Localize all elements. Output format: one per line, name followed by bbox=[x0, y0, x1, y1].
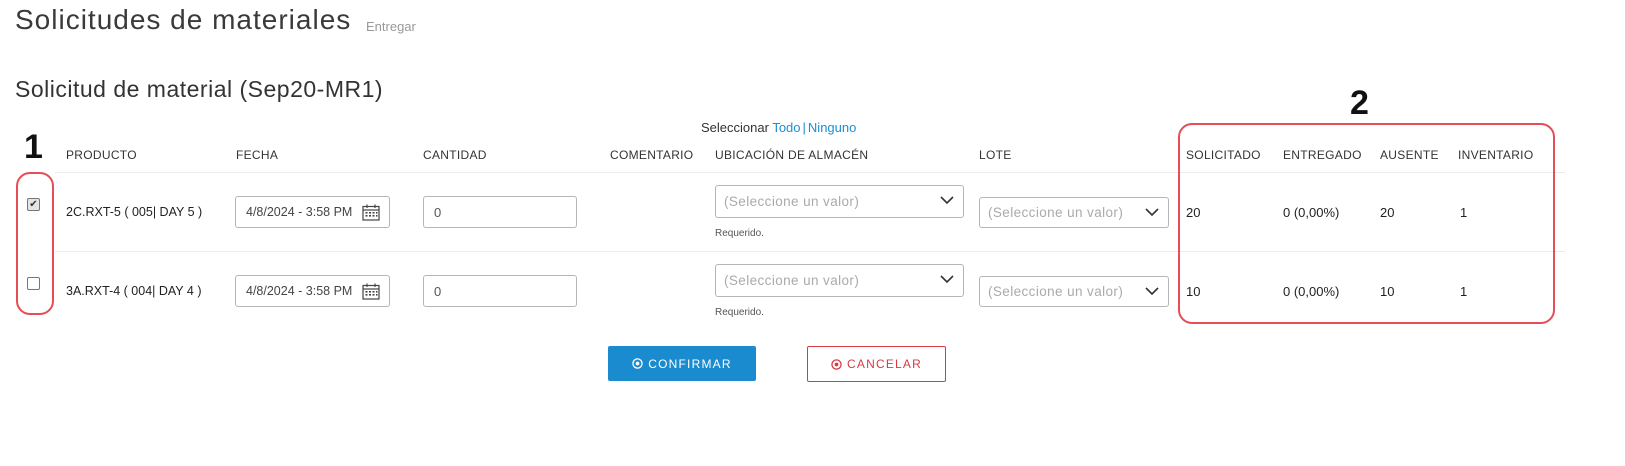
page-title: Solicitudes de materiales bbox=[15, 4, 352, 35]
cancel-label: CANCELAR bbox=[847, 357, 922, 371]
confirm-label: CONFIRMAR bbox=[648, 356, 732, 371]
cell-producto: 2C.RXT-5 ( 005| DAY 5 ) bbox=[66, 205, 203, 219]
chevron-down-icon bbox=[940, 196, 954, 205]
ubicacion-placeholder: (Seleccione un valor) bbox=[724, 273, 860, 288]
lote-placeholder: (Seleccione un valor) bbox=[988, 284, 1124, 299]
col-header-lote: LOTE bbox=[979, 148, 1012, 162]
fecha-value: 4/8/2024 - 3:58 PM bbox=[246, 284, 353, 298]
col-header-producto: PRODUCTO bbox=[66, 148, 137, 162]
lote-placeholder: (Seleccione un valor) bbox=[988, 205, 1124, 220]
cancel-button[interactable]: CANCELAR bbox=[807, 346, 946, 382]
chevron-down-icon bbox=[1145, 287, 1159, 296]
page-subtitle: Entregar bbox=[366, 19, 416, 34]
col-header-ubicacion: UBICACIÓN DE ALMACÉN bbox=[715, 148, 869, 162]
ubicacion-placeholder: (Seleccione un valor) bbox=[724, 194, 860, 209]
required-hint: Requerido. bbox=[715, 307, 764, 318]
select-controls: Seleccionar Todo | Ninguno bbox=[701, 120, 856, 135]
ubicacion-select[interactable]: (Seleccione un valor) bbox=[715, 185, 964, 218]
cantidad-input[interactable]: 0 bbox=[423, 196, 577, 228]
check-circle-icon bbox=[632, 358, 643, 369]
required-hint: Requerido. bbox=[715, 228, 764, 239]
select-label: Seleccionar bbox=[701, 120, 769, 135]
col-header-fecha: FECHA bbox=[236, 148, 279, 162]
select-none-link[interactable]: Ninguno bbox=[808, 120, 856, 135]
col-header-comentario: COMENTARIO bbox=[610, 148, 694, 162]
annotation-marker-1: 1 bbox=[24, 128, 43, 166]
lote-select[interactable]: (Seleccione un valor) bbox=[979, 276, 1169, 307]
cell-producto: 3A.RXT-4 ( 004| DAY 4 ) bbox=[66, 284, 202, 298]
section-title: Solicitud de material (Sep20-MR1) bbox=[15, 76, 384, 102]
calendar-icon[interactable] bbox=[362, 283, 380, 300]
fecha-value: 4/8/2024 - 3:58 PM bbox=[246, 205, 353, 219]
annotation-box-checkboxes bbox=[16, 172, 54, 315]
chevron-down-icon bbox=[1145, 208, 1159, 217]
col-header-cantidad: CANTIDAD bbox=[423, 148, 487, 162]
select-all-link[interactable]: Todo bbox=[772, 120, 800, 135]
x-circle-icon bbox=[831, 358, 842, 370]
chevron-down-icon bbox=[940, 275, 954, 284]
confirm-button[interactable]: CONFIRMAR bbox=[608, 346, 756, 381]
annotation-box-quantities bbox=[1178, 123, 1555, 324]
cantidad-input[interactable]: 0 bbox=[423, 275, 577, 307]
ubicacion-select[interactable]: (Seleccione un valor) bbox=[715, 264, 964, 297]
fecha-date-input[interactable]: 4/8/2024 - 3:58 PM bbox=[235, 275, 390, 307]
fecha-date-input[interactable]: 4/8/2024 - 3:58 PM bbox=[235, 196, 390, 228]
annotation-marker-2: 2 bbox=[1350, 84, 1369, 122]
select-separator: | bbox=[802, 120, 806, 135]
lote-select[interactable]: (Seleccione un valor) bbox=[979, 197, 1169, 228]
calendar-icon[interactable] bbox=[362, 204, 380, 221]
